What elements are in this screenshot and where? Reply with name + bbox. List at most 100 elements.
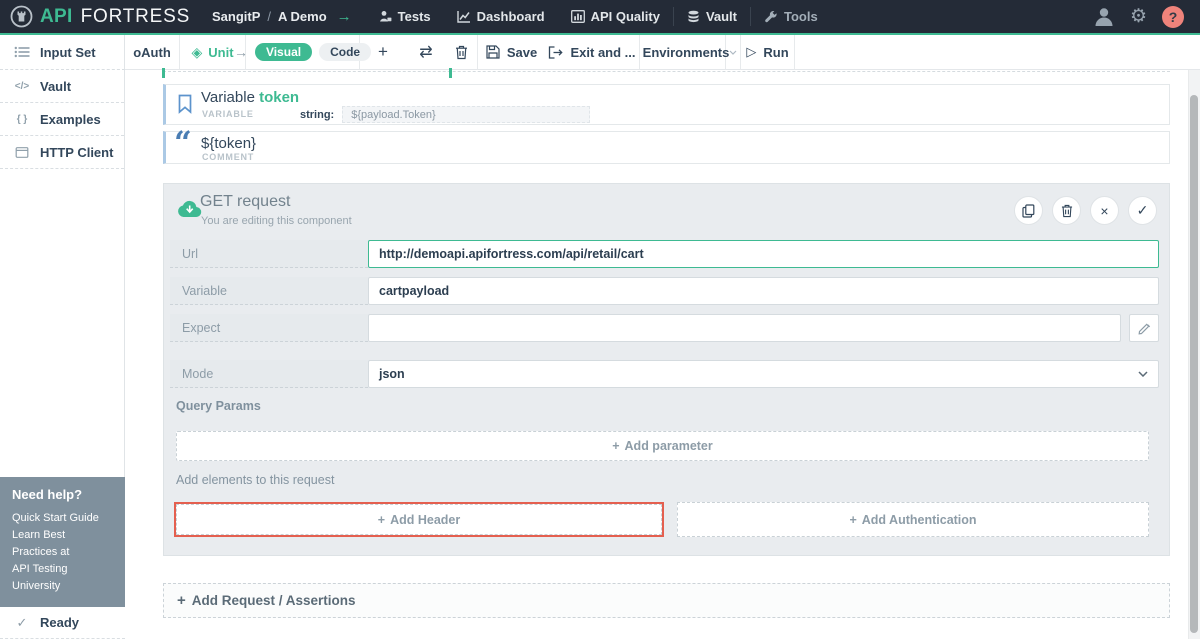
field-row-expect: Expect (170, 314, 1159, 342)
breadcrumb-project[interactable]: A Demo (278, 9, 327, 24)
page-scrollbar[interactable] (1188, 70, 1200, 639)
dashboard-chart-icon (457, 10, 471, 23)
get-request-subtitle: You are editing this component (201, 215, 352, 227)
save-button[interactable]: Save (478, 35, 545, 70)
add-component-button[interactable]: + (360, 35, 406, 70)
input-set-label: Input Set (40, 45, 96, 60)
user-avatar-icon[interactable] (1093, 6, 1115, 28)
save-icon (486, 45, 500, 59)
breadcrumb-separator: / (267, 9, 271, 24)
help-link-best-practices[interactable]: Learn Best Practices at (12, 527, 113, 561)
breadcrumb[interactable]: SangitP / A Demo → (212, 8, 352, 25)
add-header-label: Add Header (390, 513, 460, 527)
nav-vault-label: Vault (706, 9, 737, 24)
nav-tools[interactable]: Tools (751, 0, 831, 33)
query-params-heading: Query Params (176, 399, 1159, 413)
sidebar-item-vault[interactable]: </> Vault (0, 70, 124, 103)
apifortress-logo[interactable]: APIFORTRESS (0, 5, 212, 28)
variable-value-group: string: ${payload.Token} (300, 106, 590, 123)
url-input[interactable]: http://demoapi.apifortress.com/api/retai… (368, 240, 1159, 268)
flow-arrow-icon: → (234, 44, 248, 60)
delete-component-button[interactable] (446, 35, 478, 70)
tab-oauth[interactable]: oAuth (125, 35, 180, 70)
brand-api: API (40, 6, 73, 28)
run-button[interactable]: ▷ Run (741, 35, 795, 70)
help-button[interactable]: ? (1162, 6, 1184, 28)
nav-tests-label: Tests (398, 9, 431, 24)
tests-user-icon (379, 10, 392, 23)
scrollbar-thumb[interactable] (1190, 95, 1198, 633)
chevron-down-icon (1138, 371, 1148, 377)
sidebar-vault-label: Vault (40, 79, 71, 94)
need-help-title: Need help? (12, 487, 113, 502)
nav-api-quality-label: API Quality (591, 9, 660, 24)
add-header-button[interactable]: + Add Header (176, 504, 662, 535)
request-element-buttons: + Add Header + Add Authentication (174, 502, 1149, 537)
delete-request-button[interactable] (1052, 196, 1081, 225)
mode-value: json (379, 367, 405, 381)
environments-dropdown-button[interactable] (726, 35, 741, 70)
add-parameter-label: Add parameter (625, 439, 713, 453)
add-header-highlight: + Add Header (174, 502, 664, 537)
expect-edit-button[interactable] (1129, 314, 1159, 342)
top-navigation: Tests Dashboard API Quality Vault Tools (366, 0, 831, 33)
sidebar-item-input-set[interactable]: Input Set (0, 35, 125, 70)
add-request-assertions-button[interactable]: + Add Request / Assertions (163, 583, 1170, 618)
fortress-logo-icon (10, 5, 33, 28)
breadcrumb-arrow-icon: → (337, 8, 352, 25)
need-help-box[interactable]: Need help? Quick Start Guide Learn Best … (0, 477, 125, 607)
variable-input[interactable]: cartpayload (368, 277, 1159, 305)
breadcrumb-user[interactable]: SangitP (212, 9, 260, 24)
quote-icon: “ (174, 126, 192, 160)
request-fields: Url http://demoapi.apifortress.com/api/r… (164, 240, 1169, 537)
get-request-header: GET request You are editing this compone… (164, 184, 1169, 240)
help-link-quick-start[interactable]: Quick Start Guide (12, 510, 113, 527)
bookmark-icon (177, 94, 193, 114)
nav-dashboard[interactable]: Dashboard (444, 0, 558, 33)
nav-dashboard-label: Dashboard (477, 9, 545, 24)
nav-vault[interactable]: Vault (674, 0, 750, 33)
nav-api-quality[interactable]: API Quality (558, 0, 673, 33)
sidebar-item-http-client[interactable]: HTTP Client (0, 136, 124, 169)
variable-name-text: token (259, 89, 299, 106)
tools-wrench-icon (764, 10, 778, 24)
run-label: Run (763, 45, 788, 60)
code-icon: </> (14, 81, 30, 92)
toolbar-filler (795, 35, 1200, 70)
comment-type-label: COMMENT (202, 152, 254, 162)
expect-input[interactable] (368, 314, 1121, 342)
settings-gear-icon[interactable]: ⚙ (1130, 7, 1147, 26)
sidebar-item-examples[interactable]: { } Examples (0, 103, 124, 136)
braces-icon: { } (14, 114, 30, 125)
mode-select[interactable]: json (368, 360, 1159, 388)
add-parameter-button[interactable]: + Add parameter (176, 431, 1149, 461)
add-elements-label: Add elements to this request (176, 473, 1159, 487)
exit-button[interactable]: Exit and ... (545, 35, 640, 70)
add-authentication-button[interactable]: + Add Authentication (677, 502, 1149, 537)
comment-component[interactable]: “ ${token} COMMENT (163, 131, 1170, 164)
variable-title-text: Variable (201, 89, 255, 106)
cloud-download-icon (177, 199, 202, 218)
ready-check-icon: ✓ (14, 615, 30, 631)
confirm-edit-button[interactable]: ✓ (1128, 196, 1157, 225)
variable-component[interactable]: Variable token VARIABLE string: ${payloa… (163, 84, 1170, 125)
reorder-components-button[interactable]: ⇄ (406, 35, 446, 70)
visual-mode-button[interactable]: Visual (255, 43, 312, 61)
environments-label: Environments (643, 45, 730, 60)
header-right: ⚙ ? (1093, 6, 1200, 28)
mode-field-label: Mode (170, 360, 368, 388)
help-link-university[interactable]: API Testing University (12, 561, 113, 595)
variable-value-field[interactable]: ${payload.Token} (342, 106, 590, 123)
duplicate-component-button[interactable] (1014, 196, 1043, 225)
get-request-editor: GET request You are editing this compone… (163, 183, 1170, 556)
add-request-assertions-label: Add Request / Assertions (192, 593, 356, 608)
variable-component-title: Variable token (201, 89, 299, 106)
composer-toolbar: Input Set oAuth ◈ Unit → Visual Code + ⇄… (0, 35, 1200, 70)
nav-tests[interactable]: Tests (366, 0, 444, 33)
cancel-edit-button[interactable]: × (1090, 196, 1119, 225)
plus-icon: + (378, 513, 385, 527)
save-label: Save (507, 45, 537, 60)
add-authentication-label: Add Authentication (862, 513, 977, 527)
app-header: APIFORTRESS SangitP / A Demo → Tests Das… (0, 0, 1200, 35)
environments-button[interactable]: Environments (640, 35, 726, 70)
